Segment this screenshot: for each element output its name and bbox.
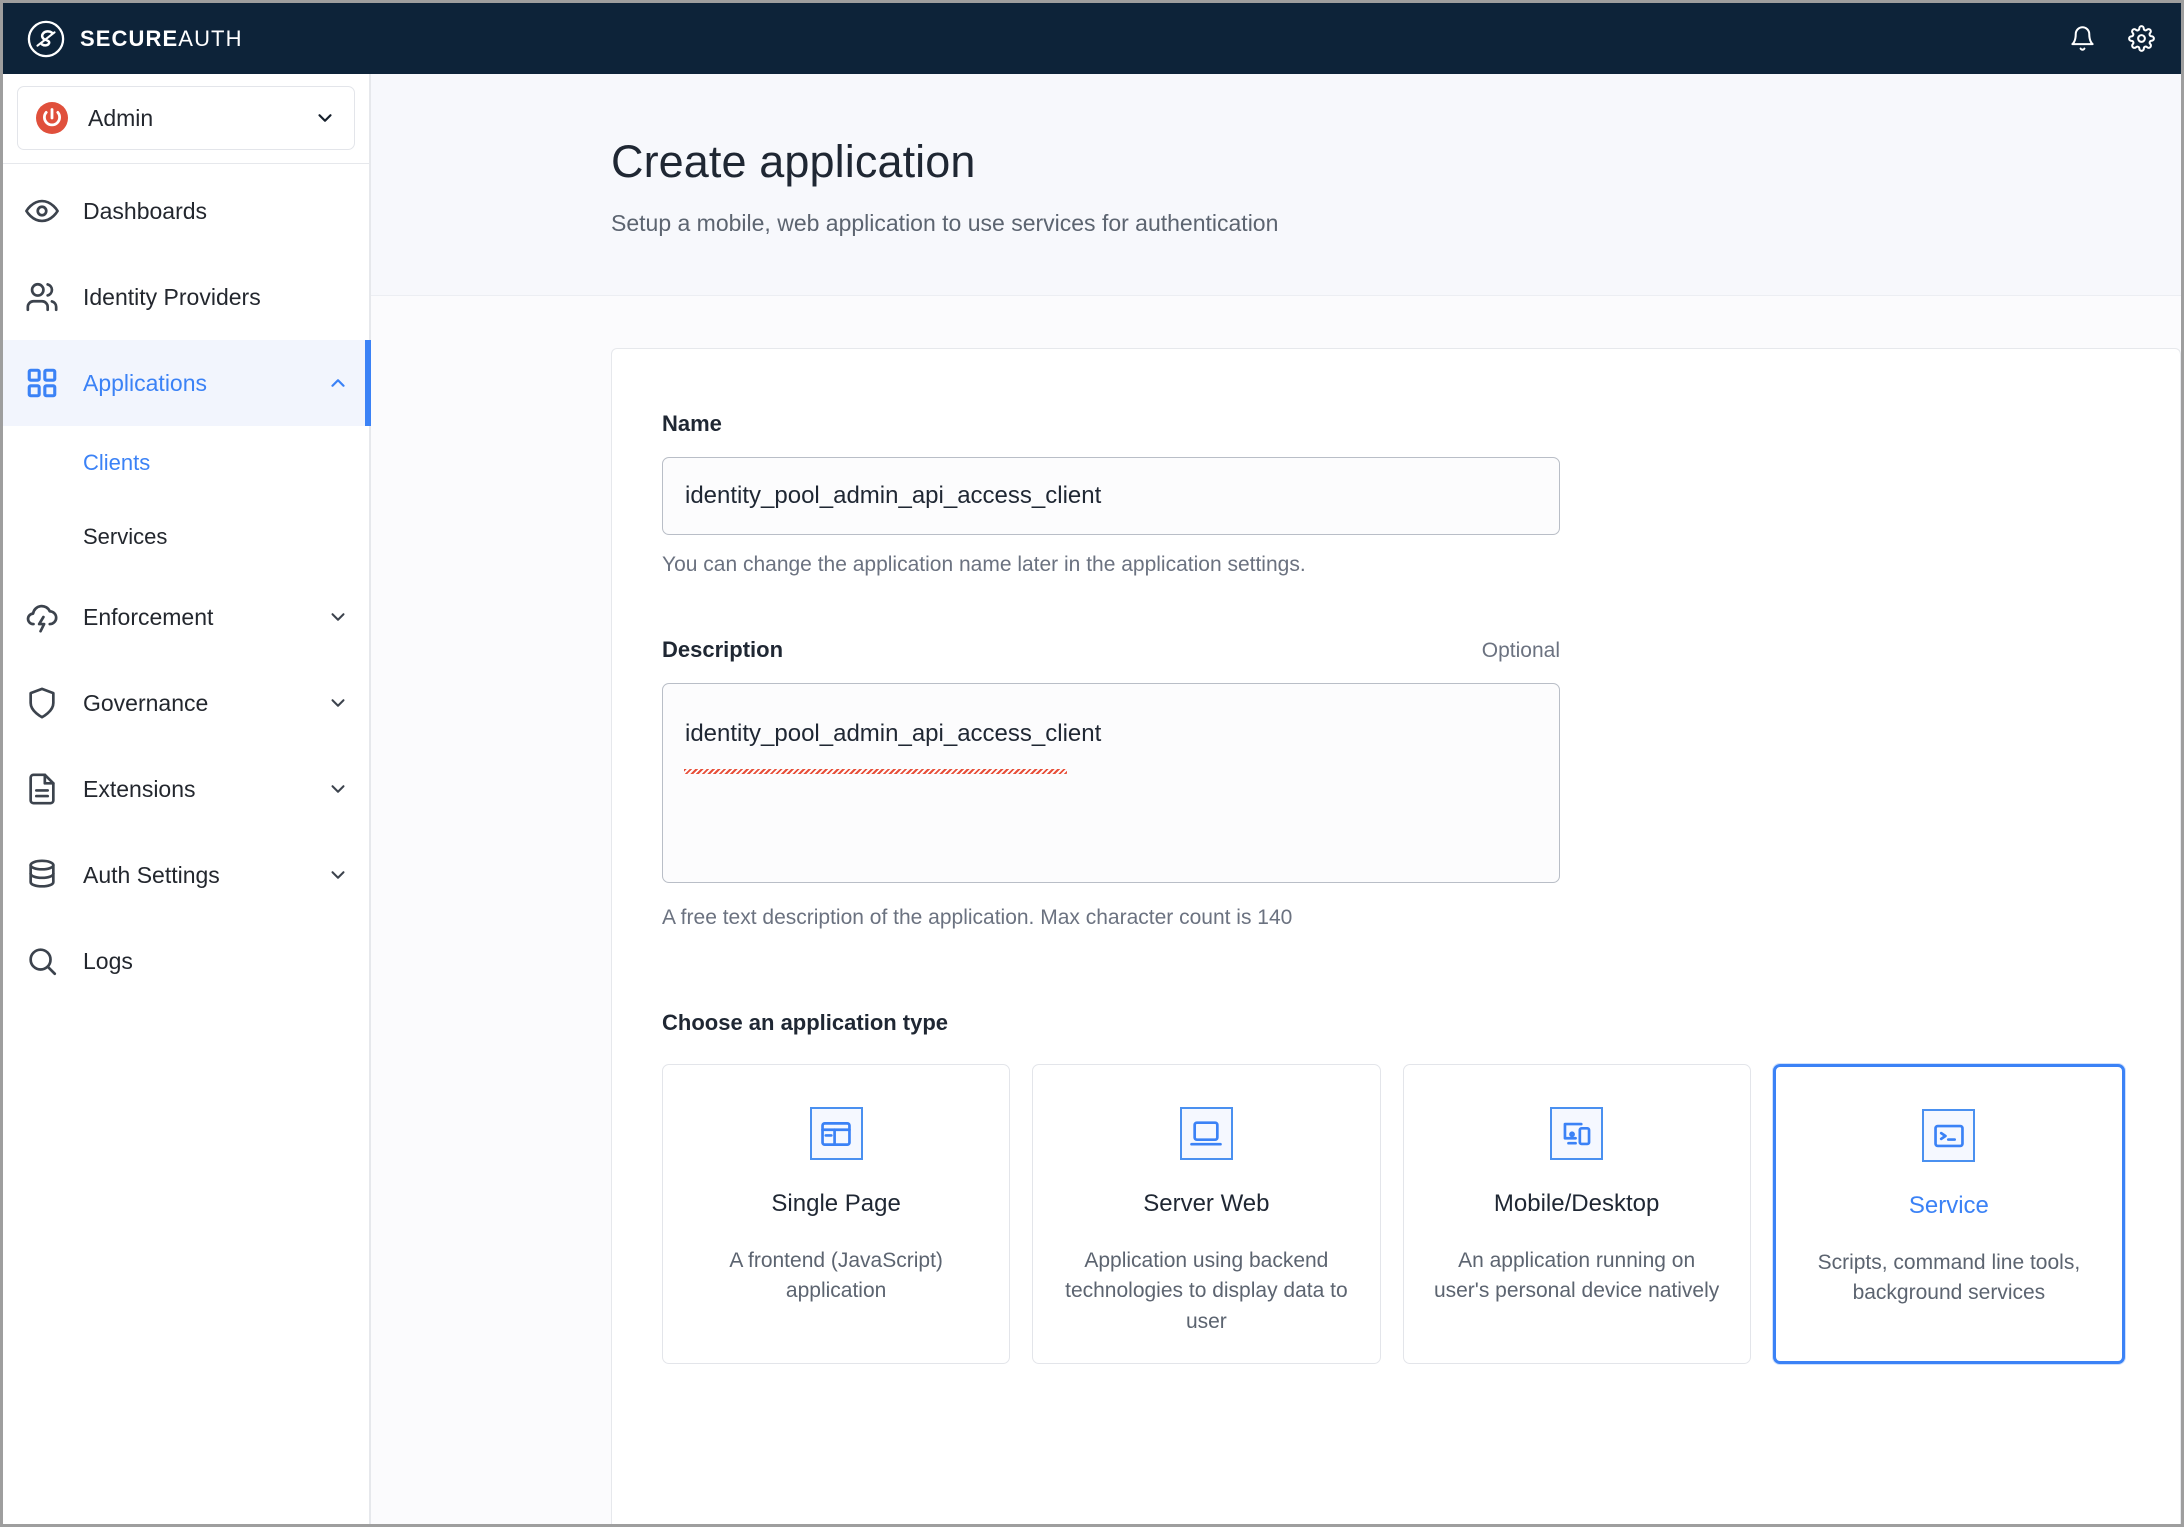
database-icon [25,858,59,892]
brand-text-secondary: AUTH [178,25,243,51]
sidebar-item-label: Auth Settings [83,861,220,888]
sidebar-item-label: Enforcement [83,603,214,630]
application-window: SECUREAUTH Admin Dashboards Identity Pro… [0,0,2184,1527]
sidebar-item-logs[interactable]: Logs [3,918,369,1004]
app-type-name: Mobile/Desktop [1493,1190,1660,1217]
sidebar-item-dashboards[interactable]: Dashboards [3,168,369,254]
account-switcher[interactable]: Admin [17,86,355,150]
document-icon [25,772,59,806]
power-icon [34,100,70,136]
app-type-card-mobile-desktop[interactable]: Mobile/Desktop An application running on… [1402,1064,1751,1364]
description-textarea[interactable] [662,683,1560,883]
app-type-card-single-page[interactable]: Single Page A frontend (JavaScript) appl… [662,1064,1011,1364]
app-type-label: Choose an application type [662,1010,949,1035]
sidebar-item-label: Logs [83,947,133,974]
sidebar-item-enforcement[interactable]: Enforcement [3,574,369,660]
sidebar-nav: Dashboards Identity Providers Applicatio… [3,164,371,1004]
app-type-description: Application using backend technologies t… [1065,1249,1348,1333]
brand-text: SECUREAUTH [80,26,243,52]
top-bar: SECUREAUTH [3,3,2181,74]
sidebar-item-applications[interactable]: Applications [3,340,371,426]
name-help-text: You can change the application name late… [662,553,1306,576]
devices-icon [1550,1107,1604,1160]
shield-icon [25,686,59,720]
name-field-group: Name You can change the application name… [662,411,1560,577]
chevron-down-icon [327,864,349,886]
sidebar-item-label: Identity Providers [83,283,261,310]
gear-icon[interactable] [2128,25,2155,52]
page-title: Create application [611,136,976,187]
description-field-header: Description Optional [662,637,1560,663]
sidebar-item-label: Governance [83,689,209,716]
chevron-down-icon [327,692,349,714]
sidebar: Admin Dashboards Identity Providers Appl… [3,74,371,1524]
description-optional-badge: Optional [1481,639,1560,662]
page-subtitle: Setup a mobile, web application to use s… [611,210,1279,236]
description-textarea-wrapper [662,683,1560,888]
eye-icon [25,194,59,228]
sidebar-item-label: Extensions [83,775,196,802]
app-type-card-service[interactable]: Service Scripts, command line tools, bac… [1772,1064,2125,1364]
chevron-down-icon [314,107,336,129]
description-field-group: Description Optional A free text descrip… [662,637,1560,930]
chevron-up-icon [327,372,349,394]
sidebar-item-extensions[interactable]: Extensions [3,746,369,832]
grid-icon [25,366,59,400]
cloud-bolt-icon [25,600,59,634]
page-header: Create application Setup a mobile, web a… [371,74,2181,296]
name-field-header: Name [662,411,1560,437]
sidebar-item-auth-settings[interactable]: Auth Settings [3,832,369,918]
search-icon [25,944,59,978]
sidebar-subitem-clients[interactable]: Clients [3,426,369,500]
sidebar-item-governance[interactable]: Governance [3,660,369,746]
name-input[interactable] [662,457,1560,535]
content-area: Name You can change the application name… [371,296,2181,1524]
users-icon [25,280,59,314]
terminal-icon [1922,1109,1976,1162]
sidebar-item-label: Dashboards [83,197,208,224]
sidebar-subitem-label: Services [83,524,168,549]
sidebar-item-label: Applications [83,369,208,396]
main-content: Create application Setup a mobile, web a… [371,74,2181,1524]
top-bar-actions [2069,25,2155,52]
sidebar-subitem-services[interactable]: Services [3,500,369,574]
description-label: Description [662,637,784,662]
app-type-name: Service [1908,1192,1989,1219]
app-type-description: An application running on user's persona… [1433,1249,1720,1303]
app-type-name: Server Web [1143,1190,1270,1217]
app-type-options: Single Page A frontend (JavaScript) appl… [662,1064,2125,1364]
laptop-icon [1179,1107,1233,1160]
app-type-card-server-web[interactable]: Server Web Application using backend tec… [1032,1064,1381,1364]
secureauth-logo-icon [27,20,65,58]
brand-logo[interactable]: SECUREAUTH [27,20,243,58]
browser-layout-icon [809,1107,863,1160]
body: Admin Dashboards Identity Providers Appl… [3,74,2181,1524]
sidebar-subitem-label: Clients [83,450,151,475]
app-type-description: A frontend (JavaScript) application [729,1249,943,1303]
create-application-form: Name You can change the application name… [611,348,2181,1524]
name-label: Name [662,411,722,436]
app-type-description: Scripts, command line tools, background … [1817,1251,2081,1305]
chevron-down-icon [327,606,349,628]
app-type-name: Single Page [771,1190,901,1217]
description-help-text: A free text description of the applicati… [662,906,1293,929]
account-label: Admin [88,104,154,131]
chevron-down-icon [327,778,349,800]
bell-icon[interactable] [2069,25,2096,52]
brand-text-primary: SECURE [80,25,179,51]
sidebar-item-identity-providers[interactable]: Identity Providers [3,254,369,340]
